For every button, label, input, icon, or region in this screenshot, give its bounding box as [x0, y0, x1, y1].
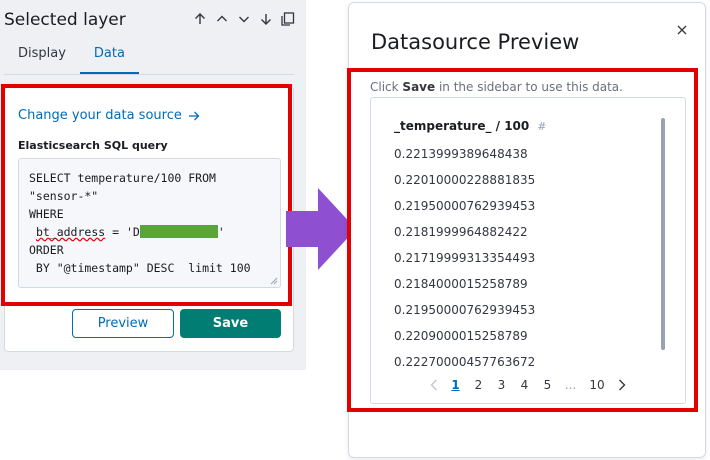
copy-icon[interactable] [280, 10, 296, 28]
modal-title: Datasource Preview [371, 30, 580, 54]
close-icon[interactable] [674, 22, 690, 38]
panel-title: Selected layer [4, 10, 126, 30]
move-to-top-icon[interactable] [192, 10, 208, 28]
big-arrow-right-icon [286, 188, 356, 270]
layer-order-controls [192, 10, 296, 28]
move-down-icon[interactable] [236, 10, 252, 28]
tab-data[interactable]: Data [79, 40, 139, 74]
highlight-box-preview [347, 68, 698, 412]
move-up-icon[interactable] [214, 10, 230, 28]
save-button[interactable]: Save [180, 309, 281, 338]
preview-button[interactable]: Preview [72, 309, 174, 338]
tab-divider [4, 74, 294, 75]
panel-tabs: Display Data [4, 40, 139, 74]
move-to-bottom-icon[interactable] [258, 10, 274, 28]
highlight-box-query [1, 84, 292, 306]
tab-display[interactable]: Display [4, 40, 80, 74]
